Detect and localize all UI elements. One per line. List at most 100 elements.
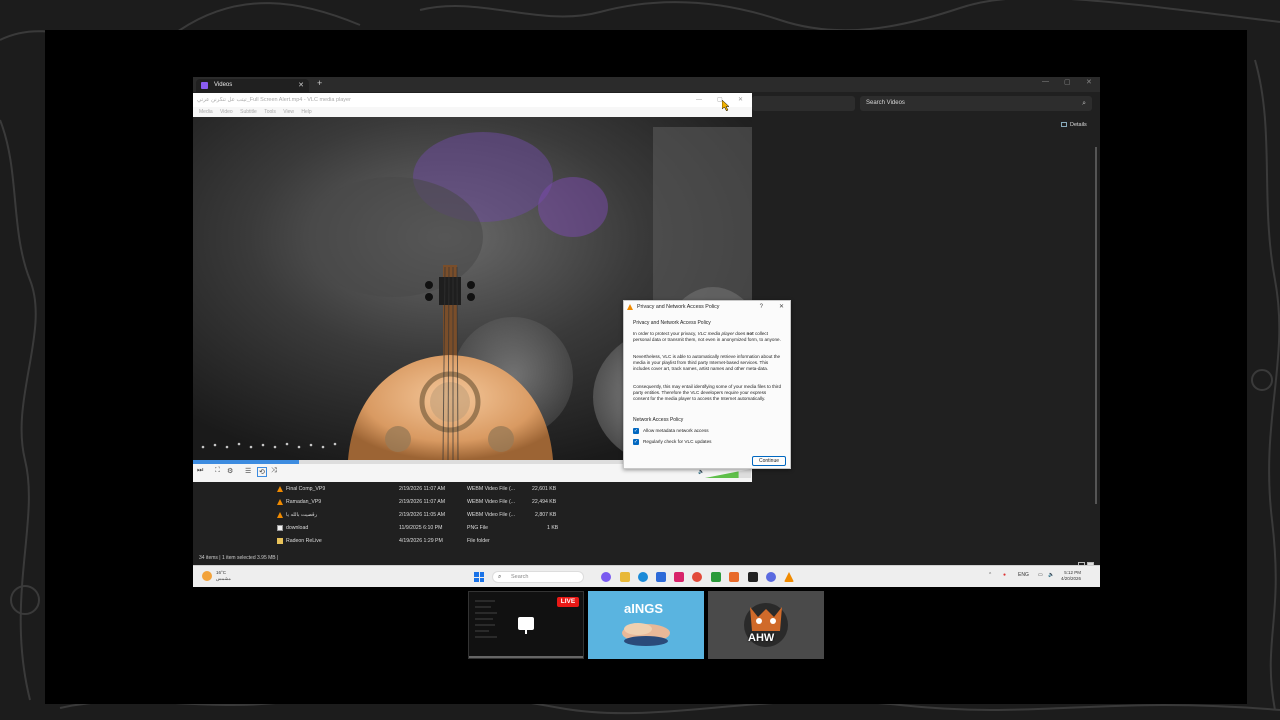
speaker-icon[interactable]: 🔈	[698, 469, 704, 475]
vlc-cone-icon	[627, 304, 633, 310]
store-icon[interactable]	[656, 572, 666, 582]
file-size: 1 KB	[547, 525, 559, 531]
file-type: WEBM Video File (...	[467, 512, 516, 518]
checkbox-checked-icon[interactable]: ✓	[633, 438, 639, 445]
language-indicator[interactable]: ENG	[1018, 572, 1029, 578]
details-label: Details	[1070, 122, 1087, 128]
volume-slider[interactable]	[705, 469, 751, 478]
fullscreen-icon[interactable]: ⛶	[215, 467, 220, 475]
minimize-icon[interactable]: —	[696, 93, 702, 107]
dialog-paragraph-2: Nevertheless, VLC is able to automatical…	[633, 354, 781, 371]
vlc-cone-icon	[277, 499, 283, 505]
file-type: WEBM Video File (...	[467, 486, 516, 492]
taskbar-search[interactable]: ⌕ Search	[492, 571, 584, 583]
menu-help[interactable]: Help	[301, 109, 311, 115]
vlc-cone-icon	[277, 486, 283, 492]
search-placeholder: Search Videos	[866, 100, 905, 106]
file-type: PNG File	[467, 525, 489, 531]
file-size: 2,807 KB	[535, 512, 557, 518]
checkbox-checked-icon[interactable]: ✓	[633, 427, 639, 434]
address-bar[interactable]	[752, 96, 855, 111]
avatar-logo	[744, 603, 788, 647]
avatar-logo-text: AHW	[748, 632, 775, 644]
monitor-icon	[518, 617, 534, 630]
stream-thumbnail-logo[interactable]: aINGS	[588, 591, 704, 659]
explorer-titlebar: Videos ✕ + — ▢ ✕	[193, 77, 1100, 92]
taskbar-search-label: Search	[511, 574, 529, 580]
network-icon[interactable]: ▭	[1038, 572, 1043, 578]
stream-thumbnail-avatar[interactable]: AHW	[708, 591, 824, 659]
details-button[interactable]: Details	[1061, 122, 1087, 128]
chevron-up-icon[interactable]: ⌃	[988, 572, 992, 578]
discord-icon[interactable]	[766, 572, 776, 582]
windows-start-icon[interactable]	[474, 572, 484, 582]
checkbox-label: Allow metadata network access	[643, 428, 709, 433]
file-name: Final Comp_VP9	[286, 486, 326, 492]
file-type: File folder	[467, 538, 490, 544]
chrome-icon[interactable]	[692, 572, 702, 582]
taskbar: 16°C مشمس ⌕ Search ⌃ ● ENG ▭ 🔈 5:12 PM 4/…	[193, 565, 1100, 587]
file-date: 2/19/2026 11:07 AM	[399, 486, 446, 492]
menu-view[interactable]: View	[283, 109, 294, 115]
vlc-title: تيتب عل تنكرنن عرتي_Full Screen Alert.mp…	[197, 97, 351, 103]
loop-icon[interactable]: ⟲	[257, 467, 267, 477]
tab-close-icon[interactable]: ✕	[298, 79, 304, 92]
maximize-icon[interactable]: ▢	[1064, 78, 1071, 86]
weather-condition: مشمس	[216, 576, 231, 581]
help-icon[interactable]: ?	[760, 301, 763, 313]
shuffle-icon[interactable]: ⤨	[271, 467, 277, 475]
copilot-icon[interactable]	[601, 572, 611, 582]
privacy-dialog: Privacy and Network Access Policy ? ✕ Pr…	[623, 300, 791, 469]
minimize-icon[interactable]: —	[1042, 78, 1049, 85]
weather-widget[interactable]: 16°C مشمس	[216, 570, 231, 582]
menu-tools[interactable]: Tools	[264, 109, 276, 115]
file-date: 2/19/2026 11:05 AM	[399, 512, 446, 518]
file-name: Radeon ReLive	[286, 538, 322, 544]
tab-videos[interactable]: Videos ✕	[196, 79, 309, 92]
volume-icon[interactable]: 🔈	[1048, 572, 1054, 578]
image-file-icon	[277, 525, 283, 531]
brave-icon[interactable]	[729, 572, 739, 582]
extended-settings-icon[interactable]: ⚙	[227, 467, 233, 475]
file-explorer-icon[interactable]	[620, 572, 630, 582]
next-frame-icon[interactable]: ⏭	[197, 467, 203, 475]
dialog-paragraph-1: In order to protect your privacy, VLC me…	[633, 331, 781, 342]
dialog-heading: Privacy and Network Access Policy	[633, 320, 711, 326]
file-size: 22,601 KB	[532, 486, 557, 492]
xbox-icon[interactable]	[711, 572, 721, 582]
logo-text: aINGS	[624, 601, 664, 616]
status-bar: 34 items | 1 item selected 3.95 MB |	[199, 555, 279, 561]
dialog-titlebar: Privacy and Network Access Policy ? ✕	[624, 301, 790, 313]
file-name: رقصيت بالله يا	[286, 512, 318, 518]
continue-button[interactable]: Continue	[752, 456, 786, 466]
search-input[interactable]: Search Videos ⌕	[860, 96, 1092, 111]
live-badge: LIVE	[557, 597, 579, 607]
menu-video[interactable]: Video	[220, 109, 233, 115]
vlc-cone-icon[interactable]	[784, 572, 794, 582]
file-date: 4/19/2026 1:29 PM	[399, 538, 443, 544]
desktop-screen: Videos ✕ + — ▢ ✕ Search Videos ⌕ Details…	[193, 77, 1100, 587]
close-icon[interactable]: ✕	[738, 93, 743, 107]
metadata-checkbox[interactable]: ✓ Allow metadata network access	[633, 427, 709, 434]
menu-subtitle[interactable]: Subtitle	[240, 109, 257, 115]
playlist-icon[interactable]: ☰	[245, 467, 251, 475]
menu-media[interactable]: Media	[199, 109, 213, 115]
weather-sun-icon[interactable]	[202, 571, 212, 581]
new-tab-button[interactable]: +	[317, 78, 322, 88]
dialog-paragraph-3: Consequently, this may entail identifyin…	[633, 384, 782, 401]
details-pane-icon	[1061, 122, 1067, 128]
dialog-section-label: Network Access Policy	[633, 417, 684, 423]
microphone-icon[interactable]: ●	[1003, 572, 1006, 578]
updates-checkbox[interactable]: ✓ Regularly check for VLC updates	[633, 438, 712, 445]
close-icon[interactable]: ✕	[779, 301, 784, 313]
search-icon: ⌕	[498, 574, 502, 580]
scrollbar[interactable]	[1095, 147, 1097, 504]
tab-title: Videos	[214, 82, 233, 88]
vlc-menubar: Media Video Subtitle Tools View Help	[193, 107, 752, 117]
file-type: WEBM Video File (...	[467, 499, 516, 505]
close-icon[interactable]: ✕	[1086, 78, 1092, 86]
terminal-icon[interactable]	[748, 572, 758, 582]
app-icon[interactable]	[674, 572, 684, 582]
edge-icon[interactable]	[638, 572, 648, 582]
clock[interactable]: 5:12 PM 4/20/2026	[1061, 570, 1081, 582]
